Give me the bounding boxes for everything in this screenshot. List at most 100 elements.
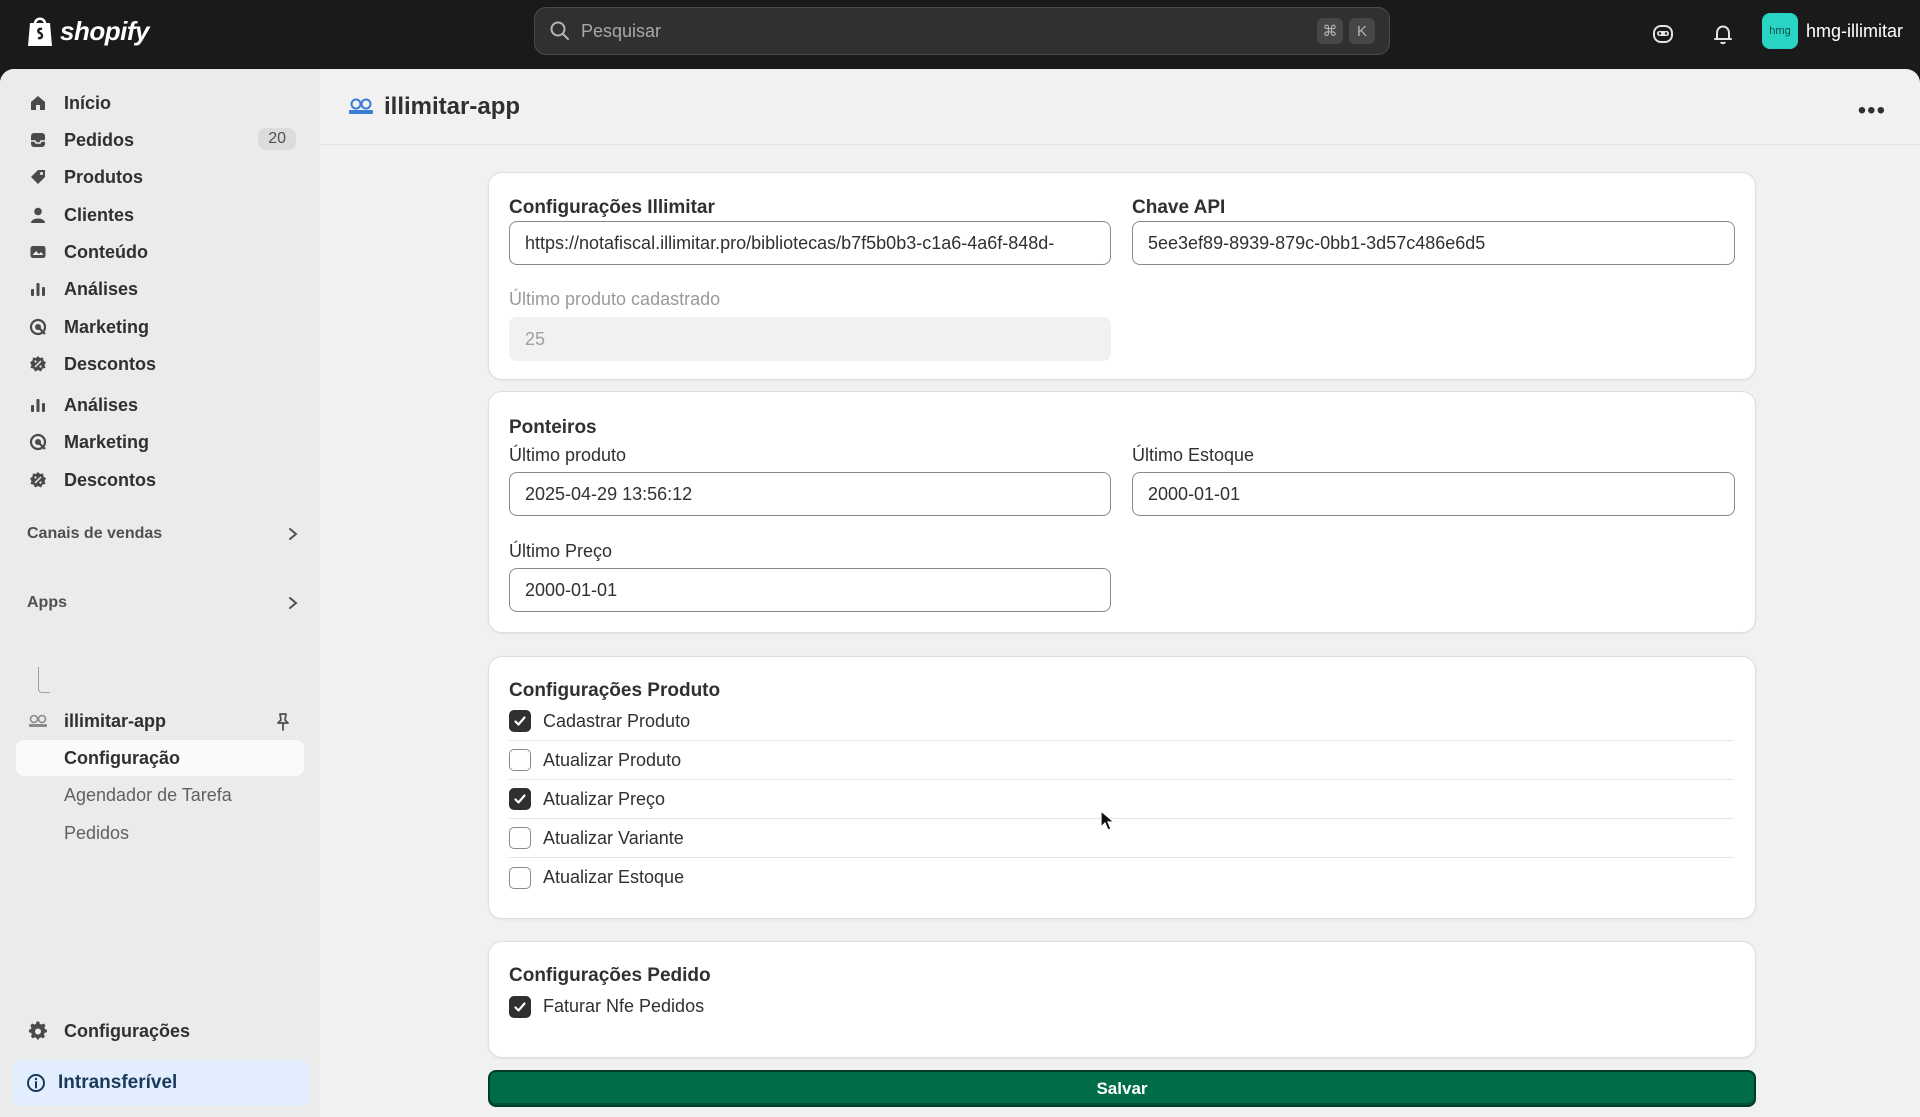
chevron-right-icon: [289, 528, 298, 540]
sidebar-item-descontos[interactable]: Descontos: [16, 346, 304, 382]
ponteiros-card: Ponteiros Último produto 2025-04-29 13:5…: [488, 391, 1756, 633]
sidebar-app-illimitar[interactable]: illimitar-app: [16, 703, 304, 739]
page-title-text: illimitar-app: [384, 93, 521, 120]
command-key-hint: ⌘: [1317, 18, 1343, 44]
apps-section[interactable]: Apps: [27, 594, 299, 612]
more-icon: •••: [1857, 97, 1886, 124]
subitem-label: Configuração: [64, 747, 181, 768]
last-stock-input[interactable]: 2000-01-01: [1132, 472, 1735, 516]
sidebar-item-pedidos[interactable]: Pedidos 20: [16, 122, 304, 158]
banner-label: Intransferível: [58, 1072, 178, 1093]
api-key-input[interactable]: 5ee3ef89-8939-879c-0bb1-3d57c486e6d5: [1132, 221, 1735, 265]
checkbox[interactable]: [509, 749, 531, 771]
checkbox-atualizar-variante[interactable]: Atualizar Variante: [509, 819, 1733, 858]
sidekick-button[interactable]: [1648, 19, 1678, 49]
checkbox[interactable]: [509, 710, 531, 732]
illimitar-logo-icon: [349, 98, 373, 114]
main-content: illimitar-app ••• Configurações Illimita…: [320, 69, 1920, 1117]
subitem-label: Pedidos: [64, 822, 130, 843]
checkbox[interactable]: [509, 788, 531, 810]
avatar: hmg: [1762, 13, 1798, 49]
check-icon: [514, 716, 526, 726]
sidebar-item-conteudo[interactable]: Conteúdo: [16, 234, 304, 270]
page-header: illimitar-app •••: [320, 69, 1920, 145]
content-icon: [28, 242, 48, 262]
product-config-card: Configurações Produto Cadastrar Produto …: [488, 656, 1756, 919]
product-config-title: Configurações Produto: [509, 680, 721, 701]
sidebar-item-marketing-2[interactable]: Marketing: [16, 424, 304, 460]
library-url-value: https://notafiscal.illimitar.pro/bibliot…: [525, 232, 1055, 253]
checkbox[interactable]: [509, 827, 531, 849]
sidebar-item-descontos-2[interactable]: Descontos: [16, 462, 304, 498]
sidebar-item-label: Marketing: [64, 316, 150, 337]
checkbox[interactable]: [509, 995, 531, 1018]
checkbox-label: Faturar Nfe Pedidos: [543, 996, 705, 1016]
checkbox-label: Atualizar Estoque: [543, 867, 685, 887]
subitem-label: Agendador de Tarefa: [64, 784, 232, 805]
chevron-right-icon: [289, 597, 298, 609]
bell-icon: [1714, 25, 1732, 45]
sidebar-item-analises[interactable]: Análises: [16, 271, 304, 307]
illimitar-logo-icon: [28, 714, 48, 728]
sidebar-item-produtos[interactable]: Produtos: [16, 159, 304, 195]
top-bar: shopify Pesquisar ⌘ K hmg hmg-illimitar: [0, 0, 1920, 69]
checkbox-faturar-nfe[interactable]: Faturar Nfe Pedidos: [509, 987, 1733, 1026]
sidebar-item-marketing[interactable]: Marketing: [16, 309, 304, 345]
api-key-label: Chave API: [1132, 197, 1226, 218]
bar-chart-icon: [28, 279, 48, 299]
last-stock-value: 2000-01-01: [1148, 483, 1241, 504]
discount-icon: [28, 354, 48, 374]
shopping-bag-icon: [28, 17, 52, 46]
sidebar: Início Pedidos 20 Produtos Clientes Cont…: [0, 69, 320, 1117]
non-transferable-banner[interactable]: Intransferível: [12, 1060, 310, 1106]
last-product-label: Último produto: [509, 445, 627, 465]
checkbox-atualizar-produto[interactable]: Atualizar Produto: [509, 741, 1733, 780]
pin-icon[interactable]: [274, 712, 292, 732]
sidebar-item-label: Descontos: [64, 353, 157, 374]
last-product-input[interactable]: 2025-04-29 13:56:12: [509, 472, 1111, 516]
last-stock-label: Último Estoque: [1132, 445, 1255, 465]
sidebar-subitem-pedidos[interactable]: Pedidos: [16, 815, 304, 851]
sidebar-item-configuracoes[interactable]: Configurações: [16, 1013, 304, 1049]
search-input[interactable]: Pesquisar ⌘ K: [534, 7, 1390, 55]
section-label: Canais de vendas: [27, 525, 163, 542]
sidebar-item-inicio[interactable]: Início: [16, 85, 304, 121]
sidebar-item-label: Análises: [64, 278, 139, 299]
tree-connector: [38, 667, 50, 693]
person-icon: [28, 205, 48, 225]
sidebar-item-label: Início: [64, 92, 112, 113]
checkbox-atualizar-estoque[interactable]: Atualizar Estoque: [509, 858, 1733, 897]
checkbox-label: Cadastrar Produto: [543, 710, 691, 731]
home-icon: [28, 93, 48, 113]
search-placeholder: Pesquisar: [581, 20, 662, 41]
more-actions-button[interactable]: •••: [1858, 97, 1886, 125]
sidebar-item-label: Marketing: [64, 431, 150, 452]
sidebar-item-label: Análises: [64, 394, 139, 415]
save-button[interactable]: Salvar: [488, 1070, 1756, 1107]
sidebar-subitem-configuracao[interactable]: Configuração: [16, 740, 304, 776]
checkbox-label: Atualizar Variante: [543, 827, 684, 848]
search-icon: [550, 21, 569, 40]
checkbox-cadastrar-produto[interactable]: Cadastrar Produto: [509, 702, 1733, 741]
checkbox-atualizar-preco[interactable]: Atualizar Preço: [509, 780, 1733, 819]
section-label: Apps: [27, 594, 67, 611]
sidebar-subitem-agendador[interactable]: Agendador de Tarefa: [16, 777, 304, 813]
sidebar-item-label: Pedidos: [64, 129, 135, 150]
last-product-registered-label: Último produto cadastrado: [509, 289, 721, 309]
library-url-input[interactable]: https://notafiscal.illimitar.pro/bibliot…: [509, 221, 1111, 265]
sales-channels-section[interactable]: Canais de vendas: [27, 525, 299, 543]
sidebar-item-label: Clientes: [64, 204, 135, 225]
checkbox[interactable]: [509, 866, 531, 889]
inbox-icon: [28, 130, 48, 150]
k-key-hint: K: [1349, 18, 1375, 44]
account-menu[interactable]: hmg hmg-illimitar: [1762, 13, 1903, 49]
discount-icon: [28, 470, 48, 490]
sidebar-item-label: Produtos: [64, 166, 143, 187]
last-product-registered-input: 25: [509, 317, 1111, 361]
sidebar-item-clientes[interactable]: Clientes: [16, 197, 304, 233]
last-price-input[interactable]: 2000-01-01: [509, 568, 1111, 612]
sidebar-item-analises-2[interactable]: Análises: [16, 387, 304, 423]
shopify-logo[interactable]: shopify: [26, 14, 149, 48]
notifications-button[interactable]: [1708, 19, 1738, 49]
bar-chart-icon: [28, 395, 48, 415]
